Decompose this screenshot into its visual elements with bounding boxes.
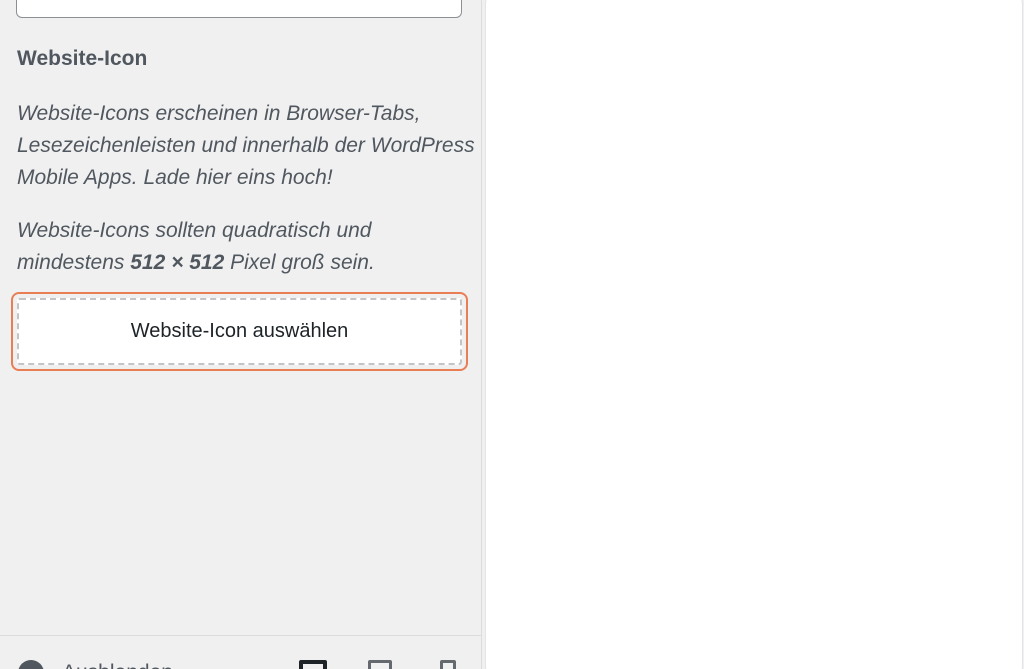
collapse-label: Ausblenden [62, 660, 173, 669]
customizer-page: Website-Icon Website-Icons erscheinen in… [0, 0, 1024, 669]
collapse-sidebar-button[interactable]: Ausblenden [18, 660, 173, 669]
chevron-circle-icon[interactable] [18, 660, 44, 669]
mobile-icon[interactable] [440, 660, 456, 669]
customizer-sidebar: Website-Icon Website-Icons erscheinen in… [0, 0, 482, 669]
tablet-icon[interactable] [368, 660, 392, 669]
select-site-icon-button-label[interactable]: Website-Icon auswählen [17, 298, 462, 365]
size-hint-suffix: Pixel groß sein. [224, 251, 375, 274]
customizer-footer: Ausblenden [0, 635, 481, 669]
desktop-icon[interactable] [299, 660, 327, 669]
site-icon-size-hint: Website-Icons sollten quadratisch und mi… [17, 215, 477, 279]
section-title: Website-Icon [17, 47, 148, 70]
site-tagline-input[interactable] [16, 0, 462, 18]
size-hint-dimensions: 512 × 512 [130, 251, 225, 274]
site-preview-frame [485, 0, 1023, 669]
select-site-icon-button[interactable]: Website-Icon auswählen [11, 292, 468, 371]
site-icon-description: Website-Icons erscheinen in Browser-Tabs… [17, 102, 475, 189]
